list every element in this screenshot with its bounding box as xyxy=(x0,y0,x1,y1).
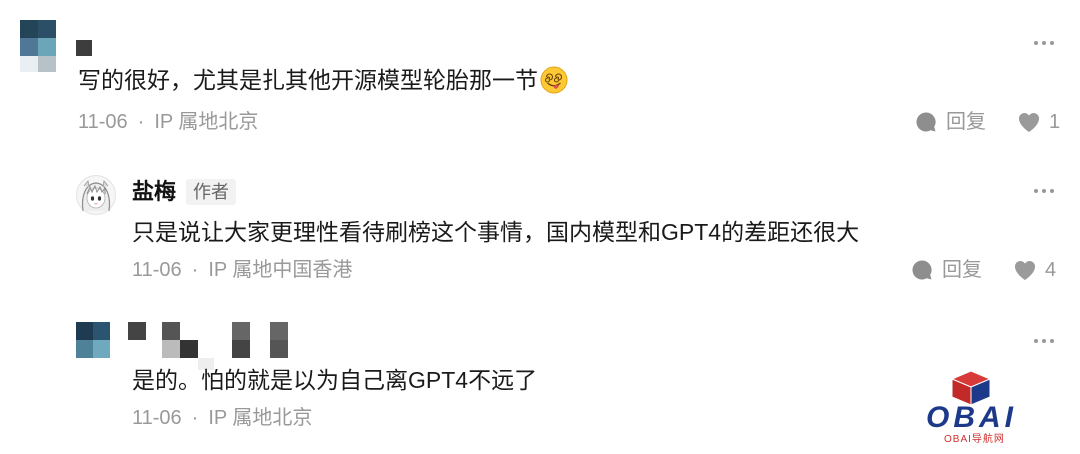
reply-button[interactable]: 回复 xyxy=(942,257,982,283)
more-icon[interactable] xyxy=(1033,188,1055,194)
mosaic-block xyxy=(76,322,93,340)
ip-location: IP 属地中国香港 xyxy=(208,259,353,281)
heart-icon[interactable] xyxy=(1013,259,1037,281)
username-mosaic[interactable] xyxy=(128,322,288,370)
comment-meta: 11-06 · IP 属地中国香港 xyxy=(132,257,352,283)
mosaic-block xyxy=(38,56,56,72)
reply-icon[interactable] xyxy=(911,259,933,281)
mosaic-block xyxy=(128,322,146,340)
comment-date: 11-06 xyxy=(132,259,182,281)
avatar-mosaic[interactable] xyxy=(20,20,56,72)
comment-text-row: 写的很好，尤其是扎其他开源模型轮胎那一节 xyxy=(78,65,568,95)
mosaic-block xyxy=(38,38,56,56)
mosaic-block xyxy=(270,322,288,340)
mosaic-block xyxy=(180,340,198,358)
mosaic-block xyxy=(162,322,180,340)
author-name[interactable]: 盐梅 xyxy=(132,178,176,206)
mosaic-block xyxy=(76,340,93,358)
mosaic-block xyxy=(20,38,38,56)
author-avatar[interactable] xyxy=(76,175,116,215)
username-mosaic[interactable] xyxy=(76,40,92,56)
mosaic-block xyxy=(93,322,110,340)
meta-separator: · xyxy=(191,407,199,429)
mosaic-block xyxy=(232,322,250,340)
reply-icon[interactable] xyxy=(915,111,937,133)
comment-text: 只是说让大家更理性看待刷榜这个事情，国内模型和GPT4的差距还很大 xyxy=(132,219,860,245)
ip-location: IP 属地北京 xyxy=(208,407,313,429)
mosaic-block xyxy=(38,20,56,38)
mosaic-block xyxy=(93,340,110,358)
mosaic-block xyxy=(232,340,250,358)
meta-separator: · xyxy=(137,111,145,133)
heart-icon[interactable] xyxy=(1017,111,1041,133)
meta-separator: · xyxy=(191,259,199,281)
mosaic-block xyxy=(76,40,92,56)
like-count[interactable]: 1 xyxy=(1049,109,1060,135)
author-badge: 作者 xyxy=(186,179,236,205)
ip-location: IP 属地北京 xyxy=(154,111,259,133)
more-icon[interactable] xyxy=(1033,338,1055,344)
comment-date: 11-06 xyxy=(78,111,128,133)
comment-meta: 11-06 · IP 属地北京 xyxy=(78,109,258,135)
mosaic-block xyxy=(20,20,38,38)
comment-date: 11-06 xyxy=(132,407,182,429)
watermark-logo-text: OBAI xyxy=(926,401,1017,434)
watermark-tagline: OBAI导航网 xyxy=(944,434,1005,445)
comment-text-row: 只是说让大家更理性看待刷榜这个事情，国内模型和GPT4的差距还很大 xyxy=(132,217,859,247)
comment-text-row: 是的。怕的就是以为自己离GPT4不远了 xyxy=(132,365,537,395)
comment-text: 写的很好，尤其是扎其他开源模型轮胎那一节 xyxy=(78,67,538,93)
more-icon[interactable] xyxy=(1033,40,1055,46)
yummy-face-emoji xyxy=(540,66,568,94)
comment-text: 是的。怕的就是以为自己离GPT4不远了 xyxy=(132,367,538,393)
like-count[interactable]: 4 xyxy=(1045,257,1056,283)
reply-button[interactable]: 回复 xyxy=(946,109,986,135)
comment-meta: 11-06 · IP 属地北京 xyxy=(132,405,312,431)
mosaic-block xyxy=(270,340,288,358)
mosaic-block xyxy=(20,56,38,72)
mosaic-block xyxy=(162,340,180,358)
avatar-mosaic[interactable] xyxy=(76,322,110,358)
